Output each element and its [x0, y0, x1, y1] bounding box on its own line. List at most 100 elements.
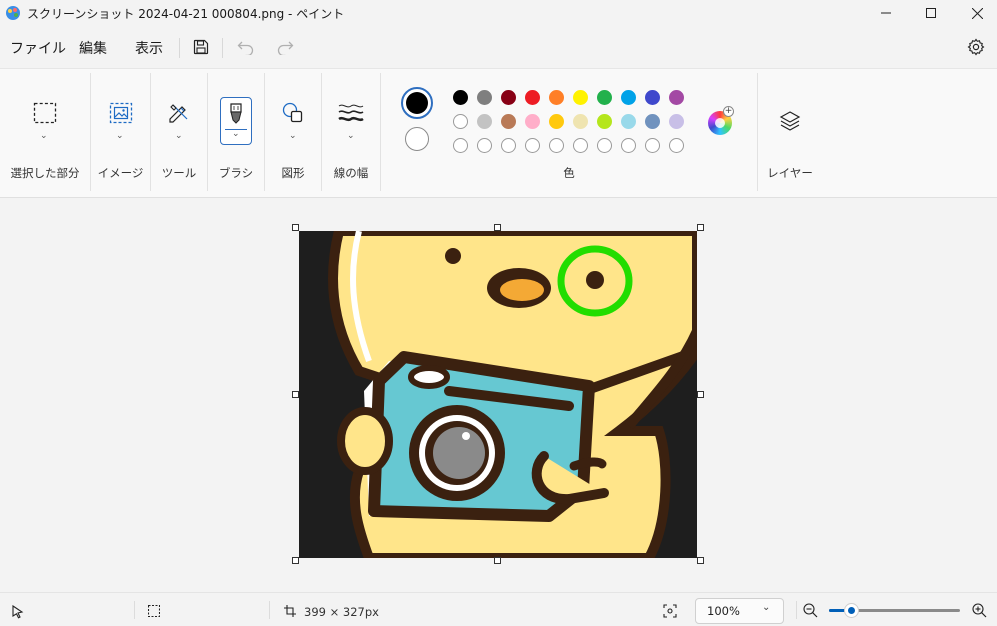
- color-swatch[interactable]: [621, 90, 636, 105]
- chevron-down-icon[interactable]: ⌄: [289, 131, 297, 141]
- custom-color-slot[interactable]: [501, 138, 516, 153]
- custom-color-slot[interactable]: [549, 138, 564, 153]
- settings-button[interactable]: [965, 36, 987, 58]
- chick-left-eye: [445, 248, 461, 264]
- color-swatch[interactable]: [645, 90, 660, 105]
- zoom-out-icon[interactable]: [803, 603, 818, 618]
- zoom-in-icon[interactable]: [972, 603, 987, 618]
- custom-color-slot[interactable]: [645, 138, 660, 153]
- resize-handle-bottom-right[interactable]: [697, 557, 704, 564]
- colors-group: + 色: [381, 69, 757, 197]
- save-icon: [193, 39, 209, 55]
- resize-handle-top[interactable]: [494, 224, 501, 231]
- selection-group: ⌄ 選択した部分: [0, 69, 90, 197]
- resize-handle-top-left[interactable]: [292, 224, 299, 231]
- zoom-dropdown[interactable]: 100% ⌄: [695, 598, 784, 624]
- menu-bar: ファイル 編集 表示: [0, 28, 997, 66]
- menu-edit[interactable]: 編集: [79, 38, 107, 58]
- line-width-button[interactable]: [336, 99, 366, 127]
- secondary-color-button[interactable]: [405, 127, 429, 151]
- brush-label: ブラシ: [218, 166, 254, 180]
- color-swatch[interactable]: [669, 90, 684, 105]
- zoom-slider-thumb[interactable]: [845, 604, 858, 617]
- camera-glass: [433, 427, 485, 479]
- primary-color-button[interactable]: [401, 87, 433, 119]
- undo-icon: [237, 41, 254, 55]
- brush-icon: [230, 103, 242, 124]
- color-swatch[interactable]: [597, 90, 612, 105]
- gear-icon: [967, 38, 985, 56]
- line-width-group: ⌄ 線の幅: [322, 69, 380, 197]
- fit-to-window-icon[interactable]: [663, 604, 677, 618]
- color-swatch[interactable]: [669, 114, 684, 129]
- edit-colors-button[interactable]: +: [708, 106, 734, 135]
- shapes-button[interactable]: [279, 99, 307, 127]
- layers-label: レイヤー: [767, 166, 813, 180]
- redo-button[interactable]: [274, 36, 296, 58]
- chevron-down-icon[interactable]: ⌄: [175, 131, 183, 141]
- chevron-down-icon[interactable]: ⌄: [40, 131, 48, 141]
- color-swatch[interactable]: [549, 114, 564, 129]
- plus-icon: +: [723, 106, 734, 117]
- selection-tool-button[interactable]: [31, 99, 59, 127]
- color-swatch[interactable]: [573, 90, 588, 105]
- line-width-icon: [338, 104, 364, 122]
- resize-handle-left[interactable]: [292, 391, 299, 398]
- close-icon: [971, 7, 983, 19]
- resize-handle-right[interactable]: [697, 391, 704, 398]
- brush-group: ⌄ ブラシ: [208, 69, 264, 197]
- image-tool-button[interactable]: [107, 99, 135, 127]
- layers-button[interactable]: [776, 107, 804, 135]
- custom-color-slot[interactable]: [621, 138, 636, 153]
- color-swatch[interactable]: [549, 90, 564, 105]
- undo-button[interactable]: [235, 36, 257, 58]
- chevron-down-icon[interactable]: ⌄: [232, 129, 240, 139]
- color-swatch[interactable]: [453, 90, 468, 105]
- color-swatch[interactable]: [477, 90, 492, 105]
- image-group: ⌄ イメージ: [91, 69, 150, 197]
- canvas-image: [299, 231, 697, 558]
- save-button[interactable]: [190, 36, 212, 58]
- color-swatch[interactable]: [525, 114, 540, 129]
- color-wheel-center: [715, 118, 725, 128]
- color-swatch[interactable]: [621, 114, 636, 129]
- color-swatch[interactable]: [501, 114, 516, 129]
- primary-color-swatch: [406, 92, 428, 114]
- pencil-eraser-icon: [169, 104, 188, 123]
- resize-handle-bottom[interactable]: [494, 557, 501, 564]
- custom-color-slot[interactable]: [525, 138, 540, 153]
- ribbon: ⌄ 選択した部分 ⌄ イメージ ⌄ ツール ⌄ ブラシ ⌄ 図形 ⌄ 線の幅 +…: [0, 68, 997, 198]
- resize-handle-top-right[interactable]: [697, 224, 704, 231]
- custom-color-slot[interactable]: [573, 138, 588, 153]
- minimize-icon: [881, 12, 891, 14]
- custom-color-slot[interactable]: [453, 138, 468, 153]
- color-swatch[interactable]: [597, 114, 612, 129]
- color-swatch[interactable]: [501, 90, 516, 105]
- color-swatch[interactable]: [645, 114, 660, 129]
- tools-button[interactable]: [165, 99, 193, 127]
- tools-label: ツール: [161, 166, 197, 180]
- cursor-position-icon: [12, 605, 24, 619]
- custom-color-slot[interactable]: [477, 138, 492, 153]
- maximize-button[interactable]: [908, 0, 954, 26]
- menu-view[interactable]: 表示: [135, 38, 163, 58]
- custom-color-slot[interactable]: [597, 138, 612, 153]
- resize-handle-bottom-left[interactable]: [292, 557, 299, 564]
- brush-button[interactable]: ⌄: [220, 97, 252, 145]
- minimize-button[interactable]: [863, 0, 909, 26]
- menu-file[interactable]: ファイル: [10, 38, 66, 58]
- color-swatch[interactable]: [573, 114, 588, 129]
- close-button[interactable]: [954, 0, 997, 26]
- drawing-canvas[interactable]: [299, 231, 697, 558]
- chick-finger: [569, 457, 607, 471]
- status-divider: [796, 601, 797, 619]
- chevron-down-icon[interactable]: ⌄: [116, 131, 124, 141]
- color-swatch[interactable]: [453, 114, 468, 129]
- color-swatch[interactable]: [525, 90, 540, 105]
- colors-label: 色: [563, 166, 575, 180]
- window-title: スクリーンショット 2024-04-21 000804.png - ペイント: [27, 7, 345, 21]
- chevron-down-icon[interactable]: ⌄: [347, 131, 355, 141]
- color-swatch[interactable]: [477, 114, 492, 129]
- chick-right-eye: [586, 271, 604, 289]
- custom-color-slot[interactable]: [669, 138, 684, 153]
